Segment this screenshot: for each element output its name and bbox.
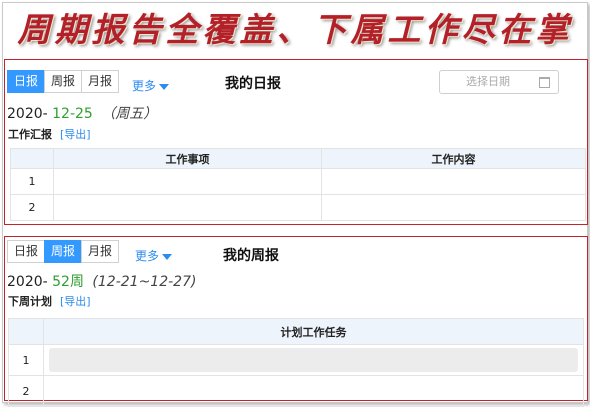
export-link[interactable]: [导出]	[60, 295, 91, 308]
plan-task-cell[interactable]	[43, 344, 584, 376]
table-row: 2	[8, 375, 584, 407]
plan-task-input[interactable]	[49, 348, 578, 372]
table-row: 1	[8, 344, 584, 376]
row-index: 2	[10, 194, 54, 221]
more-label: 更多	[135, 249, 160, 263]
weekly-report-panel: 日报 周报 月报 更多 我的周报 2020- 52周 (12-21~12-27)…	[4, 236, 588, 407]
report-type-tabs: 日报 周报 月报	[7, 240, 120, 263]
column-header-index	[8, 318, 44, 345]
table-header-row: 计划工作任务	[8, 318, 584, 345]
table-row: 2	[10, 194, 586, 221]
report-type-tabs: 日报 周报 月报	[7, 70, 120, 93]
section-label: 工作汇报	[8, 128, 52, 141]
table-header-row: 工作事项 工作内容	[10, 148, 586, 169]
column-header-work-content: 工作内容	[321, 148, 586, 169]
date-input[interactable]	[440, 71, 536, 91]
work-report-table: 工作事项 工作内容 1 2	[10, 148, 586, 221]
tab-daily[interactable]: 日报	[7, 70, 46, 93]
more-label: 更多	[132, 79, 157, 93]
more-dropdown[interactable]: 更多	[135, 247, 173, 264]
date-picker[interactable]	[439, 70, 559, 94]
row-index: 2	[8, 375, 44, 407]
plan-table: 计划工作任务 1 2	[8, 318, 584, 407]
report-date: 2020- 12-25 （周五）	[7, 103, 157, 123]
column-header-work-item: 工作事项	[53, 148, 322, 169]
daily-report-panel: 日报 周报 月报 更多 我的日报 2020- 12-25 （周五） 工作汇报 [导…	[4, 59, 588, 225]
work-item-cell[interactable]	[53, 194, 322, 221]
date-weekday: （周五）	[101, 106, 158, 122]
chevron-down-icon	[162, 253, 173, 260]
column-header-plan-task: 计划工作任务	[43, 318, 584, 345]
table-row: 1	[10, 168, 586, 195]
column-header-index	[10, 148, 54, 169]
work-content-cell[interactable]	[321, 194, 586, 221]
tab-weekly[interactable]: 周报	[44, 240, 83, 263]
promo-banner: 周期报告全覆盖、下属工作尽在掌握中	[17, 10, 573, 101]
section-next-week-plan: 下周计划 [导出]	[8, 293, 91, 309]
week-year: 2020-	[7, 274, 48, 290]
export-link[interactable]: [导出]	[60, 128, 91, 141]
tab-monthly[interactable]: 月报	[81, 70, 120, 93]
row-index: 1	[10, 168, 54, 195]
plan-task-cell[interactable]	[43, 375, 584, 407]
week-range: (12-21~12-27)	[92, 274, 197, 290]
calendar-icon[interactable]	[539, 77, 550, 88]
work-content-cell[interactable]	[321, 168, 586, 195]
tab-daily[interactable]: 日报	[7, 240, 46, 263]
page-title: 我的日报	[225, 76, 281, 92]
row-index: 1	[8, 344, 44, 376]
section-label: 下周计划	[8, 295, 52, 308]
tab-monthly[interactable]: 月报	[81, 240, 120, 263]
work-item-cell[interactable]	[53, 168, 322, 195]
page-title: 我的周报	[223, 248, 279, 264]
tab-weekly[interactable]: 周报	[44, 70, 83, 93]
date-year: 2020-	[7, 106, 48, 122]
week-number: 52周	[52, 274, 84, 290]
report-week: 2020- 52周 (12-21~12-27)	[7, 271, 196, 291]
chevron-down-icon	[159, 83, 170, 90]
section-work-report: 工作汇报 [导出]	[8, 126, 91, 142]
date-month-day: 12-25	[52, 106, 93, 122]
more-dropdown[interactable]: 更多	[132, 77, 170, 94]
